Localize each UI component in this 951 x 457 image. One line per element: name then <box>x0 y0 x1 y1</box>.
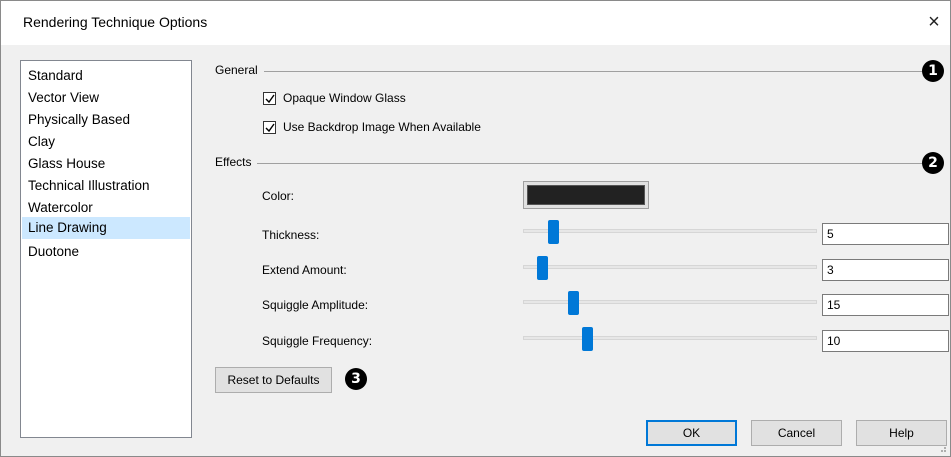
callout-2: 2 <box>922 152 944 174</box>
squiggle-frequency-label: Squiggle Frequency: <box>262 334 373 348</box>
opaque-window-glass-checkbox[interactable] <box>263 92 276 105</box>
squiggle-amplitude-slider-thumb[interactable] <box>568 291 580 315</box>
ok-button[interactable]: OK <box>646 420 737 446</box>
extend-amount-slider-track[interactable] <box>523 265 817 269</box>
thickness-slider-thumb[interactable] <box>548 220 560 244</box>
callout-1: 1 <box>922 60 944 82</box>
general-divider <box>215 71 925 72</box>
extend-amount-slider-thumb[interactable] <box>537 256 549 280</box>
list-item-glass-house[interactable]: Glass House <box>22 153 190 175</box>
general-group-label: General <box>215 63 264 77</box>
use-backdrop-image-checkbox[interactable] <box>263 121 276 134</box>
technique-list[interactable]: Standard Vector View Physically Based Cl… <box>20 60 192 438</box>
window-title: Rendering Technique Options <box>23 14 208 30</box>
use-backdrop-image-label: Use Backdrop Image When Available <box>283 120 481 134</box>
reset-to-defaults-button[interactable]: Reset to Defaults <box>215 367 332 393</box>
list-item-physically-based[interactable]: Physically Based <box>22 109 190 131</box>
squiggle-amplitude-input[interactable]: 15 <box>822 294 949 316</box>
thickness-input[interactable]: 5 <box>822 223 949 245</box>
list-item-clay[interactable]: Clay <box>22 131 190 153</box>
extend-amount-label: Extend Amount: <box>262 263 347 277</box>
squiggle-amplitude-slider-track[interactable] <box>523 300 817 304</box>
help-button[interactable]: Help <box>856 420 947 446</box>
list-item-line-drawing[interactable]: Line Drawing <box>22 217 190 239</box>
squiggle-amplitude-label: Squiggle Amplitude: <box>262 298 369 312</box>
callout-3: 3 <box>345 368 367 390</box>
list-item-vector-view[interactable]: Vector View <box>22 87 190 109</box>
thickness-slider-track[interactable] <box>523 229 817 233</box>
list-item-standard[interactable]: Standard <box>22 65 190 87</box>
thickness-label: Thickness: <box>262 228 320 242</box>
color-label: Color: <box>262 189 295 203</box>
color-swatch-fill <box>527 185 645 205</box>
extend-amount-input[interactable]: 3 <box>822 259 949 281</box>
opaque-window-glass-label: Opaque Window Glass <box>283 91 406 105</box>
squiggle-frequency-input[interactable]: 10 <box>822 330 949 352</box>
title-bar: Rendering Technique Options × <box>1 1 950 45</box>
resize-grip-icon[interactable] <box>937 443 947 453</box>
effects-divider <box>215 163 925 164</box>
list-item-duotone[interactable]: Duotone <box>22 241 190 263</box>
close-icon[interactable]: × <box>923 9 945 35</box>
squiggle-frequency-slider-track[interactable] <box>523 336 817 340</box>
list-item-technical-illustration[interactable]: Technical Illustration <box>22 175 190 197</box>
effects-group-label: Effects <box>215 155 258 169</box>
color-swatch-button[interactable] <box>523 181 649 209</box>
squiggle-frequency-slider-thumb[interactable] <box>582 327 594 351</box>
rendering-technique-options-dialog: Rendering Technique Options × Standard V… <box>0 0 951 457</box>
list-item-watercolor[interactable]: Watercolor <box>22 197 190 219</box>
cancel-button[interactable]: Cancel <box>751 420 842 446</box>
